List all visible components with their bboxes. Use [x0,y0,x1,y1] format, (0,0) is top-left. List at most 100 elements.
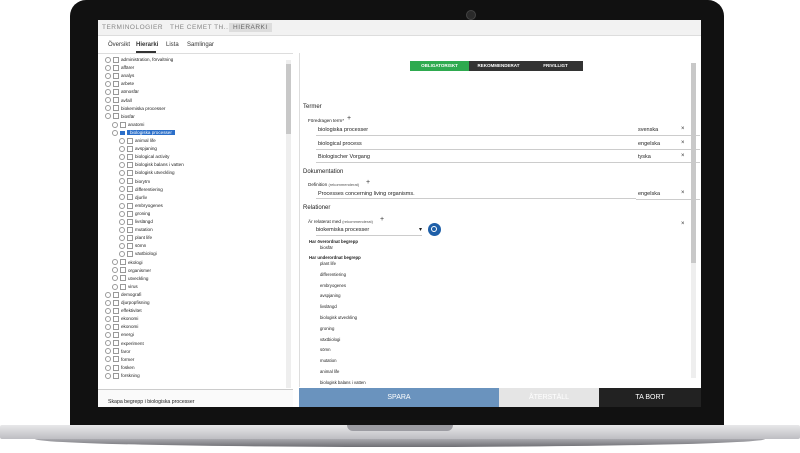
tree-item[interactable]: avspjaning [119,145,157,152]
expand-toggle-icon[interactable] [119,137,125,144]
narrower-item[interactable]: animal life [320,369,339,374]
remove-term-icon[interactable]: × [681,153,685,159]
narrower-item[interactable]: sömn [320,347,331,352]
checkbox[interactable] [120,283,126,290]
checkbox[interactable] [120,267,126,274]
remove-definition-icon[interactable]: × [681,190,685,196]
tree-item[interactable]: organismer [112,267,151,274]
checkbox[interactable] [113,340,119,347]
expand-toggle-icon[interactable] [112,129,118,136]
checkbox[interactable] [113,324,119,331]
expand-toggle-icon[interactable] [105,81,111,88]
checkbox[interactable] [113,348,119,355]
narrower-item[interactable]: groning [320,326,334,331]
narrower-item[interactable]: biologisk utveckling [320,315,357,320]
segment-rekommenderat[interactable]: REKOMMENDERAT [469,61,528,71]
expand-toggle-icon[interactable] [105,97,111,104]
narrower-item[interactable]: växtbiologi [320,337,340,342]
tree-scrollbar[interactable] [286,60,291,388]
tab-oversikt[interactable]: Översikt [108,42,130,48]
checkbox[interactable] [120,275,126,282]
remove-term-icon[interactable]: × [681,126,685,132]
tree-item[interactable]: former [105,356,134,363]
checkbox[interactable] [113,81,119,88]
expand-toggle-icon[interactable] [105,89,111,96]
term-input[interactable]: biological process [316,139,636,150]
tree-item[interactable]: biologisk utveckling [119,169,175,177]
expand-toggle-icon[interactable] [112,121,118,128]
search-icon[interactable] [428,223,441,236]
tree-item[interactable]: växtbiologi [119,250,157,258]
expand-toggle-icon[interactable] [112,283,118,290]
checkbox[interactable] [127,162,133,169]
tree-item[interactable]: embryogenes [119,202,163,209]
definition-textarea[interactable]: Processes concerning living organisms. [316,189,636,199]
expand-toggle-icon[interactable] [112,267,118,274]
expand-toggle-icon[interactable] [105,340,111,347]
expand-toggle-icon[interactable] [105,307,111,314]
expand-toggle-icon[interactable] [105,348,111,355]
expand-toggle-icon[interactable] [105,332,111,339]
tree-item[interactable]: animal life [119,137,156,144]
checkbox[interactable] [113,332,119,339]
tree-item[interactable]: plant life [119,234,152,241]
create-concept-label[interactable]: Skapa begrepp i biologiska processer [108,399,195,405]
tree-item[interactable]: biologisk balans i vatten [119,161,184,169]
segment-obligatoriskt[interactable]: OBLIGATORISKT [410,61,469,71]
tree-item[interactable]: atmosfär [105,88,139,96]
editor-scrollbar[interactable] [691,63,696,378]
expand-toggle-icon[interactable] [119,251,125,258]
expand-toggle-icon[interactable] [105,299,111,306]
tree-item[interactable]: analys [105,72,134,79]
tree-item[interactable]: virus [112,283,138,290]
remove-relation-icon[interactable]: × [681,221,685,227]
expand-toggle-icon[interactable] [105,356,111,363]
term-input[interactable]: Biologischer Vorgang [316,152,636,163]
tree-item[interactable]: djurpopfisning [105,299,150,306]
checkbox[interactable] [113,97,119,104]
add-term-plus-icon[interactable]: + [347,115,351,122]
checkbox[interactable] [113,372,119,379]
tree-item[interactable]: differentiering [119,186,163,193]
expand-toggle-icon[interactable] [119,243,125,250]
segment-frivilligt[interactable]: FRIVILLIGT [528,61,583,71]
checkbox[interactable] [120,121,126,128]
expand-toggle-icon[interactable] [105,315,111,322]
expand-toggle-icon[interactable] [105,364,111,371]
expand-toggle-icon[interactable] [105,64,111,71]
term-input[interactable]: biologiska processer [316,125,636,136]
expand-toggle-icon[interactable] [119,145,125,152]
delete-button[interactable]: TA BORT [599,388,701,407]
tree-scroll-thumb[interactable] [286,64,291,134]
checkbox[interactable] [113,113,119,120]
checkbox[interactable] [113,356,119,363]
checkbox[interactable] [127,178,133,185]
checkbox[interactable] [113,364,119,371]
tab-lista[interactable]: Lista [166,42,179,48]
tree-item[interactable]: administration, förvaltning [105,56,173,63]
tree-item[interactable]: forskning [105,372,140,379]
expand-toggle-icon[interactable] [105,113,111,120]
checkbox[interactable] [113,89,119,96]
tree-item[interactable]: biologiska processer [112,129,175,136]
narrower-item[interactable]: plant life [320,261,336,266]
checkbox[interactable] [113,307,119,314]
checkbox[interactable] [127,194,133,201]
tree-item[interactable]: biokemiska processer [105,105,165,112]
tab-samlingar[interactable]: Samlingar [187,42,214,48]
editor-scroll-thumb[interactable] [691,63,696,263]
tree-item[interactable]: ekonomi [105,315,138,322]
tree-item[interactable]: anatomi [112,121,144,128]
checkbox[interactable] [113,56,119,63]
narrower-item[interactable]: mutation [320,358,336,363]
narrower-item[interactable]: embryogenes [320,283,346,288]
add-relation-plus-icon[interactable]: + [380,216,384,223]
add-definition-plus-icon[interactable]: + [366,179,370,186]
expand-toggle-icon[interactable] [119,162,125,169]
expand-toggle-icon[interactable] [119,218,125,225]
tree-item[interactable]: groning [119,210,150,217]
checkbox[interactable] [127,234,133,241]
checkbox[interactable] [120,259,126,266]
tree-item[interactable]: avfall [105,97,132,104]
expand-toggle-icon[interactable] [112,259,118,266]
